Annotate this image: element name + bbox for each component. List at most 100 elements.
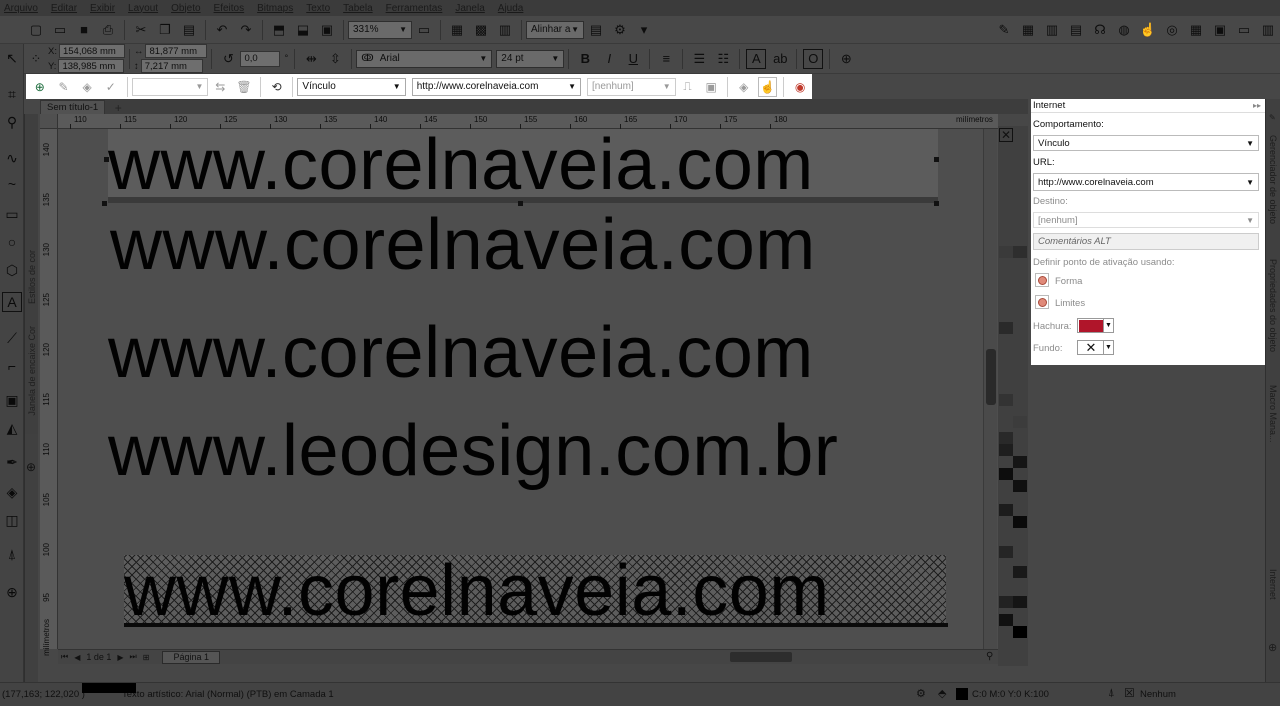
prev-page-icon[interactable]: ◀ [74, 653, 80, 662]
smart-fill-icon[interactable]: ◫ [2, 510, 22, 530]
font-size-combo[interactable]: 24 pt ▼ [496, 49, 565, 68]
width-field[interactable]: 81,877 mm [145, 44, 208, 58]
freehand-tool-icon[interactable]: ∿ [2, 148, 22, 168]
redo-icon[interactable]: ↷ [236, 20, 256, 40]
save-icon[interactable]: ■ [74, 20, 94, 40]
canvas-text-line-1[interactable]: www.corelnaveia.com [108, 129, 814, 201]
vertical-scroll-thumb[interactable] [986, 349, 996, 405]
palette-swatch[interactable] [1013, 626, 1027, 638]
add-page-icon[interactable]: ⊞ [143, 653, 150, 662]
overflow-icon[interactable]: ▥ [1258, 20, 1278, 40]
settings-icon[interactable]: ⚙ [916, 687, 926, 700]
palette-swatch[interactable] [999, 444, 1013, 456]
dimension-tool-icon[interactable]: ⟋ [2, 328, 22, 348]
bookmark-combo[interactable]: ▼ [131, 77, 209, 96]
color-styles-tab[interactable]: Estilos de cor [27, 250, 37, 304]
hand-pointer-icon[interactable]: ☝ [1138, 20, 1158, 40]
panel-icon[interactable]: ▥ [1042, 20, 1062, 40]
menu-editar[interactable]: Editar [51, 3, 77, 14]
fill-bucket-icon[interactable]: ⬘ [938, 687, 946, 700]
tab-sem-titulo-1[interactable]: Sem título-1 [40, 100, 106, 114]
palette-swatch[interactable] [1013, 480, 1027, 492]
x-position-field[interactable]: 154,068 mm [58, 44, 125, 58]
docker-collapse-icon[interactable]: ▸▸ [1253, 101, 1261, 110]
align-icon[interactable]: ≡ [656, 49, 676, 69]
url-combo[interactable]: http://www.corelnaveia.com ▼ [411, 77, 581, 96]
docker-target-combo[interactable]: [nenhum] ▼ [1033, 212, 1259, 228]
palette-swatch[interactable] [999, 504, 1013, 516]
palette-swatch[interactable] [999, 432, 1013, 444]
color-docker-tab[interactable]: Janela de encaixe Cor [27, 326, 37, 416]
guidelines-icon[interactable]: ▥ [495, 20, 515, 40]
print-icon[interactable]: ⎙ [98, 20, 118, 40]
palette-swatch[interactable] [999, 614, 1013, 626]
tab-object-properties[interactable]: Propriedades do objeto [1268, 259, 1278, 352]
mirror-horizontal-icon[interactable]: ⇹ [301, 49, 321, 69]
behavior-combo[interactable]: Vínculo ▼ [297, 77, 406, 96]
first-page-icon[interactable]: ⏮ [61, 652, 68, 662]
menu-tabela[interactable]: Tabela [343, 3, 372, 14]
next-page-icon[interactable]: ▶ [117, 653, 123, 662]
paste-icon[interactable]: ▤ [179, 20, 199, 40]
web-options-icon[interactable]: ◉ [790, 77, 810, 97]
hand-cursor-icon[interactable]: ☝ [757, 76, 778, 97]
menu-exibir[interactable]: Exibir [90, 3, 115, 14]
welcome-screen-icon[interactable]: ▤ [586, 20, 606, 40]
rotation-field[interactable]: 0,0 [240, 50, 281, 67]
tab-internet[interactable]: Internet [1268, 569, 1278, 600]
pick-tool-icon[interactable]: ↖ [2, 48, 22, 68]
artistic-media-icon[interactable]: ~ [2, 174, 22, 194]
create-link-icon[interactable]: ⊕ [30, 77, 50, 97]
connect-icon[interactable]: ◎ [1162, 20, 1182, 40]
ellipse-tool-icon[interactable]: ○ [2, 232, 22, 252]
text-tool-icon[interactable]: A [2, 292, 22, 312]
horizontal-scroll-thumb[interactable] [730, 652, 792, 662]
page-tab[interactable]: Página 1 [162, 650, 220, 664]
grid-icon[interactable]: ▩ [471, 20, 491, 40]
app-launcher-icon[interactable]: ▾ [634, 20, 654, 40]
snap-to-combo[interactable]: Alinhar a ▼ [526, 20, 584, 39]
tab-macro-manager[interactable]: Macro Mana... [1268, 385, 1278, 443]
show-hotspots-icon[interactable]: ◈ [734, 77, 754, 97]
palette-swatch[interactable] [999, 246, 1013, 258]
no-color-swatch[interactable]: ✕ [999, 128, 1013, 142]
full-screen-icon[interactable]: ▭ [414, 20, 434, 40]
object-data-icon[interactable]: ⎍ [678, 77, 698, 97]
bullets-icon[interactable]: ☰ [689, 49, 709, 69]
fill-color-swatch[interactable] [956, 688, 968, 700]
docker-url-combo[interactable]: http://www.corelnaveia.com ▼ [1033, 173, 1259, 191]
zoom-tool-icon[interactable]: ⚲ [2, 112, 22, 132]
font-combo[interactable]: ↂ Arial ▼ [356, 49, 493, 68]
view-icon[interactable]: ▣ [1210, 20, 1230, 40]
y-position-field[interactable]: 138,985 mm [58, 59, 125, 73]
last-page-icon[interactable]: ⏭ [130, 652, 137, 662]
italic-icon[interactable]: I [599, 49, 619, 69]
palette-swatch[interactable] [1013, 566, 1027, 578]
canvas-text-line-5[interactable]: www.corelnaveia.com [124, 555, 830, 627]
shaping-icon[interactable]: O [803, 48, 824, 69]
add-tab-icon[interactable]: ⊕ [1268, 641, 1277, 654]
layout-icon[interactable]: ▤ [1066, 20, 1086, 40]
link-bookmark-icon[interactable]: ◈ [77, 77, 97, 97]
ruler-corner[interactable] [40, 114, 58, 129]
verify-link-icon[interactable]: ✓ [101, 77, 121, 97]
copy-icon[interactable]: ❐ [155, 20, 175, 40]
hatch-color-button[interactable]: ▼ [1077, 318, 1114, 333]
rectangle-tool-icon[interactable]: ▭ [2, 204, 22, 224]
add-docker-icon[interactable]: ⊕ [26, 460, 36, 474]
publish-pdf-icon[interactable]: ▣ [317, 20, 337, 40]
menu-layout[interactable]: Layout [128, 3, 158, 14]
menu-arquivo[interactable]: Arquivo [4, 3, 38, 14]
table-view-icon[interactable]: ▦ [1018, 20, 1038, 40]
text-properties-icon[interactable]: A [746, 48, 767, 69]
edit-link-icon[interactable]: ✎ [54, 77, 74, 97]
palette-swatch[interactable] [999, 546, 1013, 558]
add-tool-icon[interactable]: ⊕ [2, 582, 22, 602]
rollover-icon[interactable]: ▣ [701, 77, 721, 97]
menu-bitmaps[interactable]: Bitmaps [257, 3, 293, 14]
vertical-scrollbar[interactable] [983, 129, 997, 649]
open-icon[interactable]: ▭ [50, 20, 70, 40]
canvas-text-line-2[interactable]: www.corelnaveia.com [110, 209, 816, 281]
rulers-icon[interactable]: ▦ [447, 20, 467, 40]
menu-efeitos[interactable]: Efeitos [214, 3, 245, 14]
